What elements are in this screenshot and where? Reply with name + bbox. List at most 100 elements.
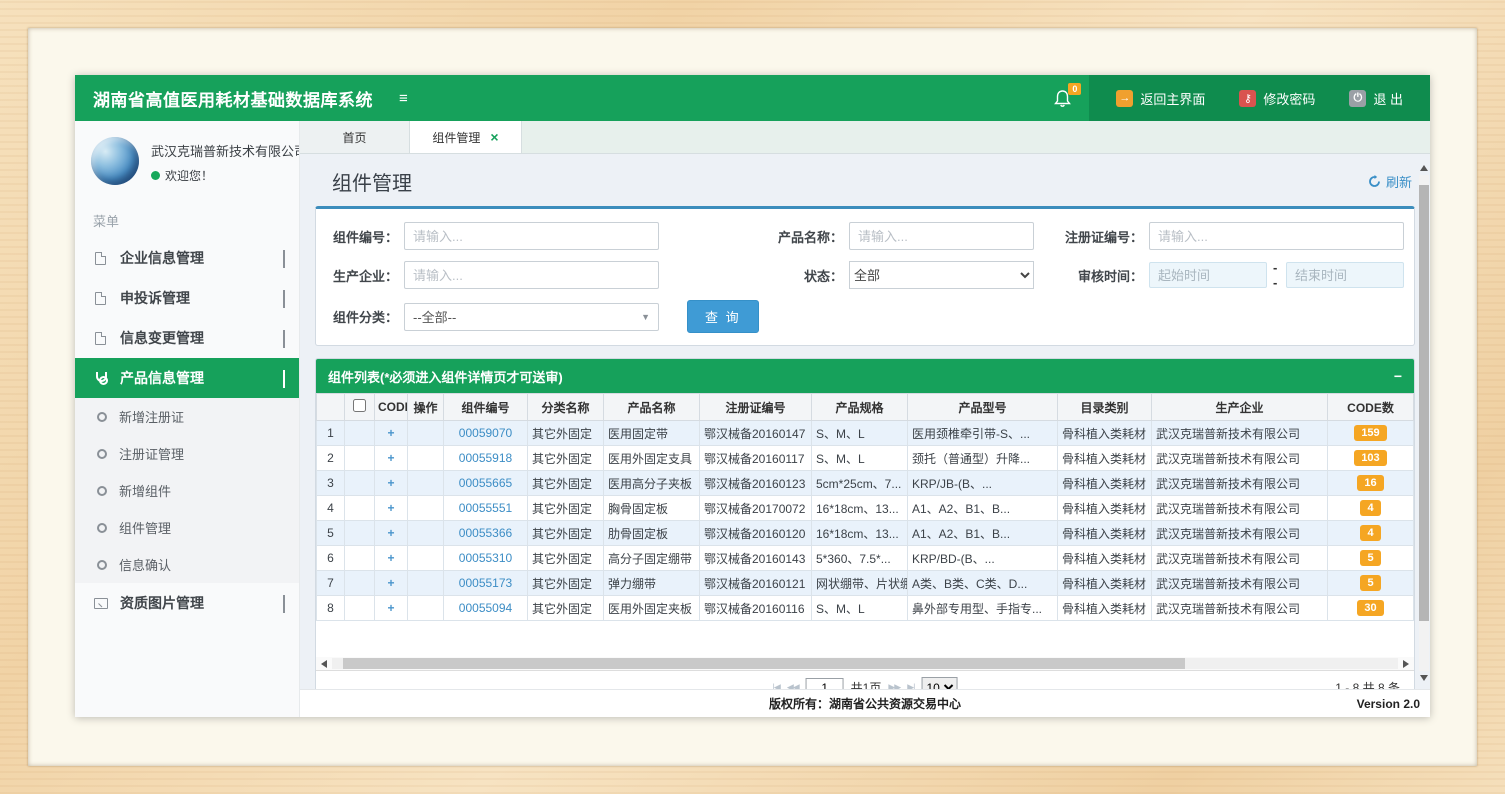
expand-row-button[interactable]: + — [387, 551, 394, 565]
row-number: 5 — [317, 521, 345, 546]
table-row: 7 + 00055173 其它外固定 弹力绷带 鄂汉械备20160121 网状绷… — [317, 571, 1414, 596]
audit-end-input[interactable] — [1286, 262, 1404, 288]
search-filter-panel: 组件编号： 产品名称： 注册证编号： 生产企业： 状态： 全部 — [315, 206, 1415, 346]
spec-cell: 5cm*25cm、7... — [812, 471, 908, 496]
component-code-link[interactable]: 00055094 — [459, 601, 512, 615]
code-count-badge: 4 — [1360, 500, 1380, 516]
category-label: 组件分类： — [324, 307, 404, 326]
sidebar-item-info-change[interactable]: 信息变更管理 — [75, 318, 299, 358]
horizontal-scroll-thumb[interactable] — [343, 658, 1185, 669]
row-actions-cell — [408, 446, 444, 471]
scroll-left-arrow-icon[interactable] — [316, 657, 332, 670]
catalog-cell: 骨科植入类耗材 — [1058, 521, 1152, 546]
next-page-button[interactable]: ▶▶ — [888, 682, 900, 689]
catalog-cell: 骨科植入类耗材 — [1058, 421, 1152, 446]
product-info-submenu: 新增注册证 注册证管理 新增组件 组件管理 — [75, 398, 299, 583]
table-row: 6 + 00055310 其它外固定 高分子固定绷带 鄂汉械备20160143 … — [317, 546, 1414, 571]
sidebar-item-product-info[interactable]: 产品信息管理 — [75, 358, 299, 398]
expand-row-button[interactable]: + — [387, 601, 394, 615]
horizontal-scrollbar[interactable] — [316, 657, 1414, 670]
manufacturer-input[interactable] — [404, 261, 659, 289]
scroll-right-arrow-icon[interactable] — [1398, 657, 1414, 670]
user-profile: 武汉克瑞普新技术有限公司 欢迎您！ — [75, 121, 299, 195]
expand-row-button[interactable]: + — [387, 526, 394, 540]
refresh-button[interactable]: 刷新 — [1368, 172, 1412, 191]
search-button[interactable]: 查 询 — [687, 300, 759, 333]
logout-button[interactable]: ⏻ 退 出 — [1332, 89, 1420, 108]
document-icon — [93, 292, 108, 305]
prev-page-button[interactable]: ◀◀ — [787, 682, 799, 689]
horizontal-scroll-track[interactable] — [332, 658, 1398, 669]
back-to-main-button[interactable]: → 返回主界面 — [1099, 89, 1222, 108]
submenu-item[interactable]: 组件管理 — [75, 509, 299, 546]
vertical-scroll-thumb[interactable] — [1419, 185, 1429, 621]
select-all-checkbox[interactable] — [353, 399, 366, 412]
component-code-link[interactable]: 00055665 — [459, 476, 512, 490]
sidebar-item-qualification-images[interactable]: 资质图片管理 — [75, 583, 299, 623]
submenu-item[interactable]: 信息确认 — [75, 546, 299, 583]
expand-row-button[interactable]: + — [387, 476, 394, 490]
sidebar-item-enterprise-info[interactable]: 企业信息管理 — [75, 238, 299, 278]
sidebar: 武汉克瑞普新技术有限公司 欢迎您！ 菜单 企业信息管理 申投诉管理 — [75, 121, 300, 717]
table-body: 1 + 00059070 其它外固定 医用固定带 鄂汉械备20160147 S、… — [317, 421, 1414, 621]
cert-no-cell: 鄂汉械备20160123 — [700, 471, 812, 496]
submenu-item[interactable]: 注册证管理 — [75, 435, 299, 472]
product-name-input[interactable] — [849, 222, 1034, 250]
spec-cell: 5*360、7.5*... — [812, 546, 908, 571]
power-icon: ⏻ — [1349, 90, 1366, 107]
expand-row-button[interactable]: + — [387, 501, 394, 515]
component-list-panel: 组件列表(*必须进入组件详情页才可送审) − — [315, 358, 1415, 689]
tab-home[interactable]: 首页 — [300, 121, 410, 153]
product-name-cell: 医用外固定支具 — [604, 446, 700, 471]
expand-row-button[interactable]: + — [387, 426, 394, 440]
circle-icon — [97, 560, 107, 570]
hamburger-menu-icon[interactable]: ≡ — [399, 90, 408, 107]
category-dropdown[interactable]: --全部-- ▼ — [404, 303, 659, 331]
component-code-link[interactable]: 00055173 — [459, 576, 512, 590]
scroll-down-arrow-icon[interactable] — [1420, 671, 1428, 685]
expand-row-button[interactable]: + — [387, 451, 394, 465]
vertical-scroll-track[interactable] — [1419, 175, 1429, 671]
cert-no-cell: 鄂汉械备20160147 — [700, 421, 812, 446]
first-page-button[interactable]: |◀ — [773, 682, 780, 689]
page-number-input[interactable] — [806, 678, 844, 690]
component-no-input[interactable] — [404, 222, 659, 250]
component-code-link[interactable]: 00059070 — [459, 426, 512, 440]
category-cell: 其它外固定 — [528, 546, 604, 571]
component-code-link[interactable]: 00055918 — [459, 451, 512, 465]
submenu-item[interactable]: 新增组件 — [75, 472, 299, 509]
submenu-item[interactable]: 新增注册证 — [75, 398, 299, 435]
product-name-cell: 医用高分子夹板 — [604, 471, 700, 496]
spec-cell: 16*18cm、13... — [812, 521, 908, 546]
close-tab-icon[interactable]: × — [490, 130, 498, 144]
chevron-left-icon — [283, 290, 285, 306]
date-separator: -- — [1273, 260, 1280, 290]
table-row: 4 + 00055551 其它外固定 胸骨固定板 鄂汉械备20170072 16… — [317, 496, 1414, 521]
cert-no-input[interactable] — [1149, 222, 1404, 250]
component-code-link[interactable]: 00055366 — [459, 526, 512, 540]
audit-start-input[interactable] — [1149, 262, 1267, 288]
page-size-select[interactable]: 10 — [921, 677, 957, 689]
last-page-button[interactable]: ▶| — [907, 682, 914, 689]
company-name: 武汉克瑞普新技术有限公司 — [151, 141, 300, 160]
row-number: 3 — [317, 471, 345, 496]
total-pages-text: 共1页 — [851, 679, 882, 689]
collapse-panel-icon[interactable]: − — [1394, 368, 1402, 384]
sidebar-item-complaints[interactable]: 申投诉管理 — [75, 278, 299, 318]
chevron-down-icon — [283, 370, 285, 386]
scroll-up-arrow-icon[interactable] — [1420, 161, 1428, 175]
notification-bell-button[interactable]: 0 — [1036, 75, 1089, 121]
cert-no-cell: 鄂汉械备20160120 — [700, 521, 812, 546]
vertical-scrollbar[interactable] — [1418, 161, 1430, 685]
tab-component-management[interactable]: 组件管理 × — [410, 121, 522, 153]
change-password-button[interactable]: ⚷ 修改密码 — [1222, 89, 1332, 108]
component-code-link[interactable]: 00055310 — [459, 551, 512, 565]
row-number: 4 — [317, 496, 345, 521]
avatar — [91, 137, 139, 185]
expand-row-button[interactable]: + — [387, 576, 394, 590]
list-panel-header: 组件列表(*必须进入组件详情页才可送审) − — [316, 359, 1414, 393]
code-count-badge: 5 — [1360, 575, 1380, 591]
component-code-link[interactable]: 00055551 — [459, 501, 512, 515]
status-select[interactable]: 全部 — [849, 261, 1034, 289]
catalog-cell: 骨科植入类耗材 — [1058, 496, 1152, 521]
